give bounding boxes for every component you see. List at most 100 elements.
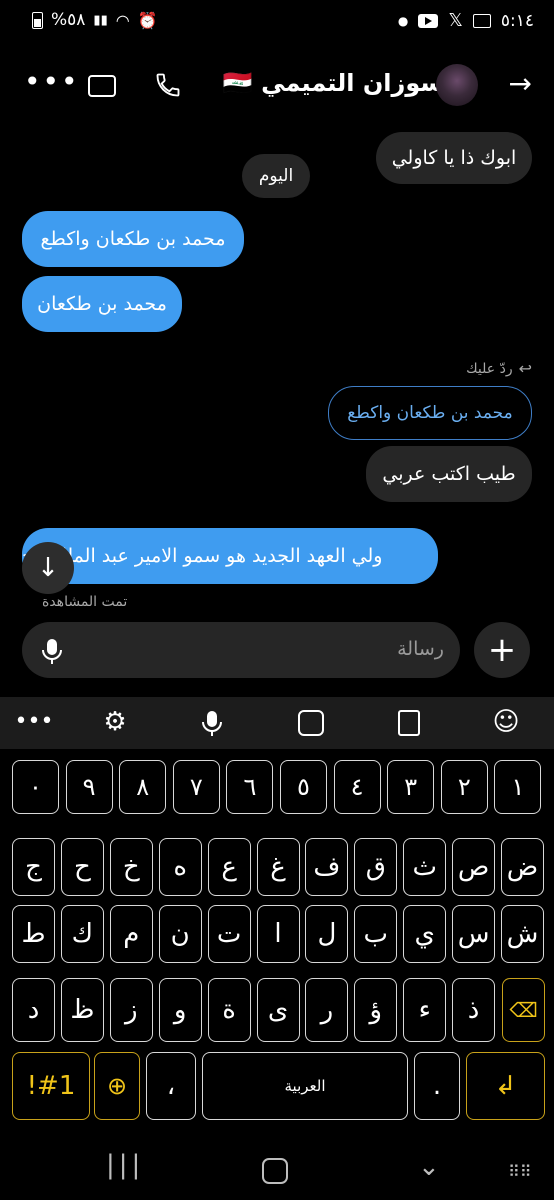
key-label: !#1 xyxy=(26,1071,76,1101)
key-letter[interactable]: ذ xyxy=(452,978,496,1042)
key-label: ٥ xyxy=(297,773,310,801)
recent-apps-icon[interactable]: ||| xyxy=(106,1150,144,1180)
key-letter[interactable]: و xyxy=(158,978,202,1042)
key-letter[interactable]: ك xyxy=(60,905,104,963)
keyboard-grid-icon[interactable]: ⠿⠿ xyxy=(508,1162,531,1181)
key-letter[interactable]: ء xyxy=(403,978,447,1042)
enter-key[interactable]: ↲ xyxy=(466,1052,545,1120)
key-letter[interactable]: ر xyxy=(305,978,349,1042)
key-letter[interactable]: س xyxy=(452,905,496,963)
key-digit[interactable]: ٣ xyxy=(387,760,435,814)
key-letter[interactable]: ب xyxy=(354,905,398,963)
microphone-icon[interactable] xyxy=(40,637,64,665)
key-label: ط xyxy=(21,919,46,949)
key-letter[interactable]: ظ xyxy=(60,978,104,1042)
scroll-down-button[interactable]: ↓ xyxy=(22,542,74,594)
reply-quote[interactable]: محمد بن طكعان واكطع xyxy=(328,386,532,440)
key-letter[interactable]: ض xyxy=(501,838,544,896)
voice-input-icon[interactable] xyxy=(200,709,224,737)
reply-header: ردّ عليك ↩ xyxy=(466,359,532,378)
key-digit[interactable]: ٧ xyxy=(172,760,220,814)
key-letter[interactable]: ش xyxy=(501,905,544,963)
key-label: ٣ xyxy=(404,773,418,801)
chat-header: ••• سوزان التميمي 🇮🇶 → xyxy=(0,55,554,115)
key-digit[interactable]: ٢ xyxy=(440,760,488,814)
key-letter[interactable]: ى xyxy=(256,978,300,1042)
message-sent[interactable]: محمد بن طكعان واكطع xyxy=(22,211,244,267)
message-text: ابوك ذا يا كاولي xyxy=(391,147,517,169)
emoji-icon[interactable]: ☺ xyxy=(486,707,526,737)
message-received[interactable]: ابوك ذا يا كاولي xyxy=(376,132,532,184)
key-letter[interactable]: ت xyxy=(207,905,251,963)
key-label: ى xyxy=(267,995,289,1025)
key-letter[interactable]: ن xyxy=(158,905,202,963)
backspace-key[interactable]: ⌫ xyxy=(502,978,545,1042)
key-digit[interactable]: ١ xyxy=(494,760,542,814)
comma-key[interactable]: ، xyxy=(146,1052,196,1120)
key-letter[interactable]: ع xyxy=(207,838,251,896)
space-key[interactable]: العربية xyxy=(202,1052,408,1120)
status-left: %٥٨ ▮▮ ◠ ⏰ xyxy=(32,10,158,30)
message-received[interactable]: طيب اكتب عربي xyxy=(366,446,532,502)
back-arrow-icon[interactable]: → xyxy=(509,67,532,100)
key-letter[interactable]: د xyxy=(12,978,55,1042)
key-label: ش xyxy=(506,919,539,949)
key-digit[interactable]: ٠ xyxy=(12,760,59,814)
key-letter[interactable]: ه xyxy=(158,838,202,896)
more-options-icon[interactable]: ••• xyxy=(24,65,80,98)
contact-name[interactable]: سوزان التميمي 🇮🇶 xyxy=(223,69,444,97)
key-letter[interactable]: ز xyxy=(109,978,153,1042)
key-letter[interactable]: ص xyxy=(452,838,496,896)
key-letter[interactable]: خ xyxy=(109,838,153,896)
key-letter[interactable]: ة xyxy=(207,978,251,1042)
sticker-icon[interactable] xyxy=(298,710,324,736)
reply-quote-text: محمد بن طكعان واكطع xyxy=(347,403,513,423)
language-key[interactable]: ⊕ xyxy=(94,1052,140,1120)
key-digit[interactable]: ٤ xyxy=(333,760,381,814)
key-digit[interactable]: ٥ xyxy=(280,760,327,814)
key-digit[interactable]: ٦ xyxy=(226,760,274,814)
key-letter[interactable]: م xyxy=(109,905,153,963)
message-input[interactable]: رسالة xyxy=(22,622,460,678)
key-letter[interactable]: ط xyxy=(12,905,55,963)
hide-keyboard-icon[interactable]: ⌄ xyxy=(418,1152,440,1182)
avatar[interactable] xyxy=(436,64,478,106)
key-letter[interactable]: ح xyxy=(60,838,104,896)
phone-call-icon[interactable] xyxy=(154,71,182,99)
home-icon[interactable] xyxy=(262,1158,288,1184)
key-letter[interactable]: ا xyxy=(256,905,300,963)
key-letter[interactable]: ل xyxy=(305,905,349,963)
key-letter[interactable]: ق xyxy=(354,838,398,896)
day-separator: اليوم xyxy=(242,154,310,198)
enter-icon: ↲ xyxy=(494,1071,517,1101)
key-label: ١ xyxy=(511,773,525,801)
key-label: ٦ xyxy=(243,773,257,801)
period-key[interactable]: . xyxy=(414,1052,460,1120)
key-letter[interactable]: ؤ xyxy=(354,978,398,1042)
video-call-icon[interactable] xyxy=(88,75,116,97)
clock-time: ٥:١٤ xyxy=(500,10,534,31)
key-label: ص xyxy=(457,852,490,882)
key-digit[interactable]: ٩ xyxy=(65,760,113,814)
clipboard-icon[interactable] xyxy=(398,710,420,736)
message-sent[interactable]: ولي العهد الجديد هو سمو الامير عبد الملك… xyxy=(22,528,438,584)
key-label: و xyxy=(173,995,187,1025)
key-label: ٤ xyxy=(350,773,364,801)
plus-icon: + xyxy=(487,630,517,670)
key-letter[interactable]: ج xyxy=(12,838,55,896)
settings-gear-icon[interactable]: ⚙ xyxy=(95,707,135,737)
key-letter[interactable]: ف xyxy=(305,838,349,896)
key-digit[interactable]: ٨ xyxy=(119,760,167,814)
battery-icon xyxy=(32,11,43,29)
reply-arrow-icon: ↩ xyxy=(518,359,532,378)
key-label: ب xyxy=(363,919,389,949)
key-label: ٠ xyxy=(29,773,42,801)
more-tools-icon[interactable]: ••• xyxy=(14,709,54,734)
reply-label: ردّ عليك xyxy=(466,360,513,377)
key-letter[interactable]: ث xyxy=(403,838,447,896)
message-sent[interactable]: محمد بن طكعان xyxy=(22,276,182,332)
key-letter[interactable]: غ xyxy=(256,838,300,896)
add-attachment-button[interactable]: + xyxy=(474,622,530,678)
symbols-key[interactable]: !#1 xyxy=(12,1052,90,1120)
key-letter[interactable]: ي xyxy=(403,905,447,963)
